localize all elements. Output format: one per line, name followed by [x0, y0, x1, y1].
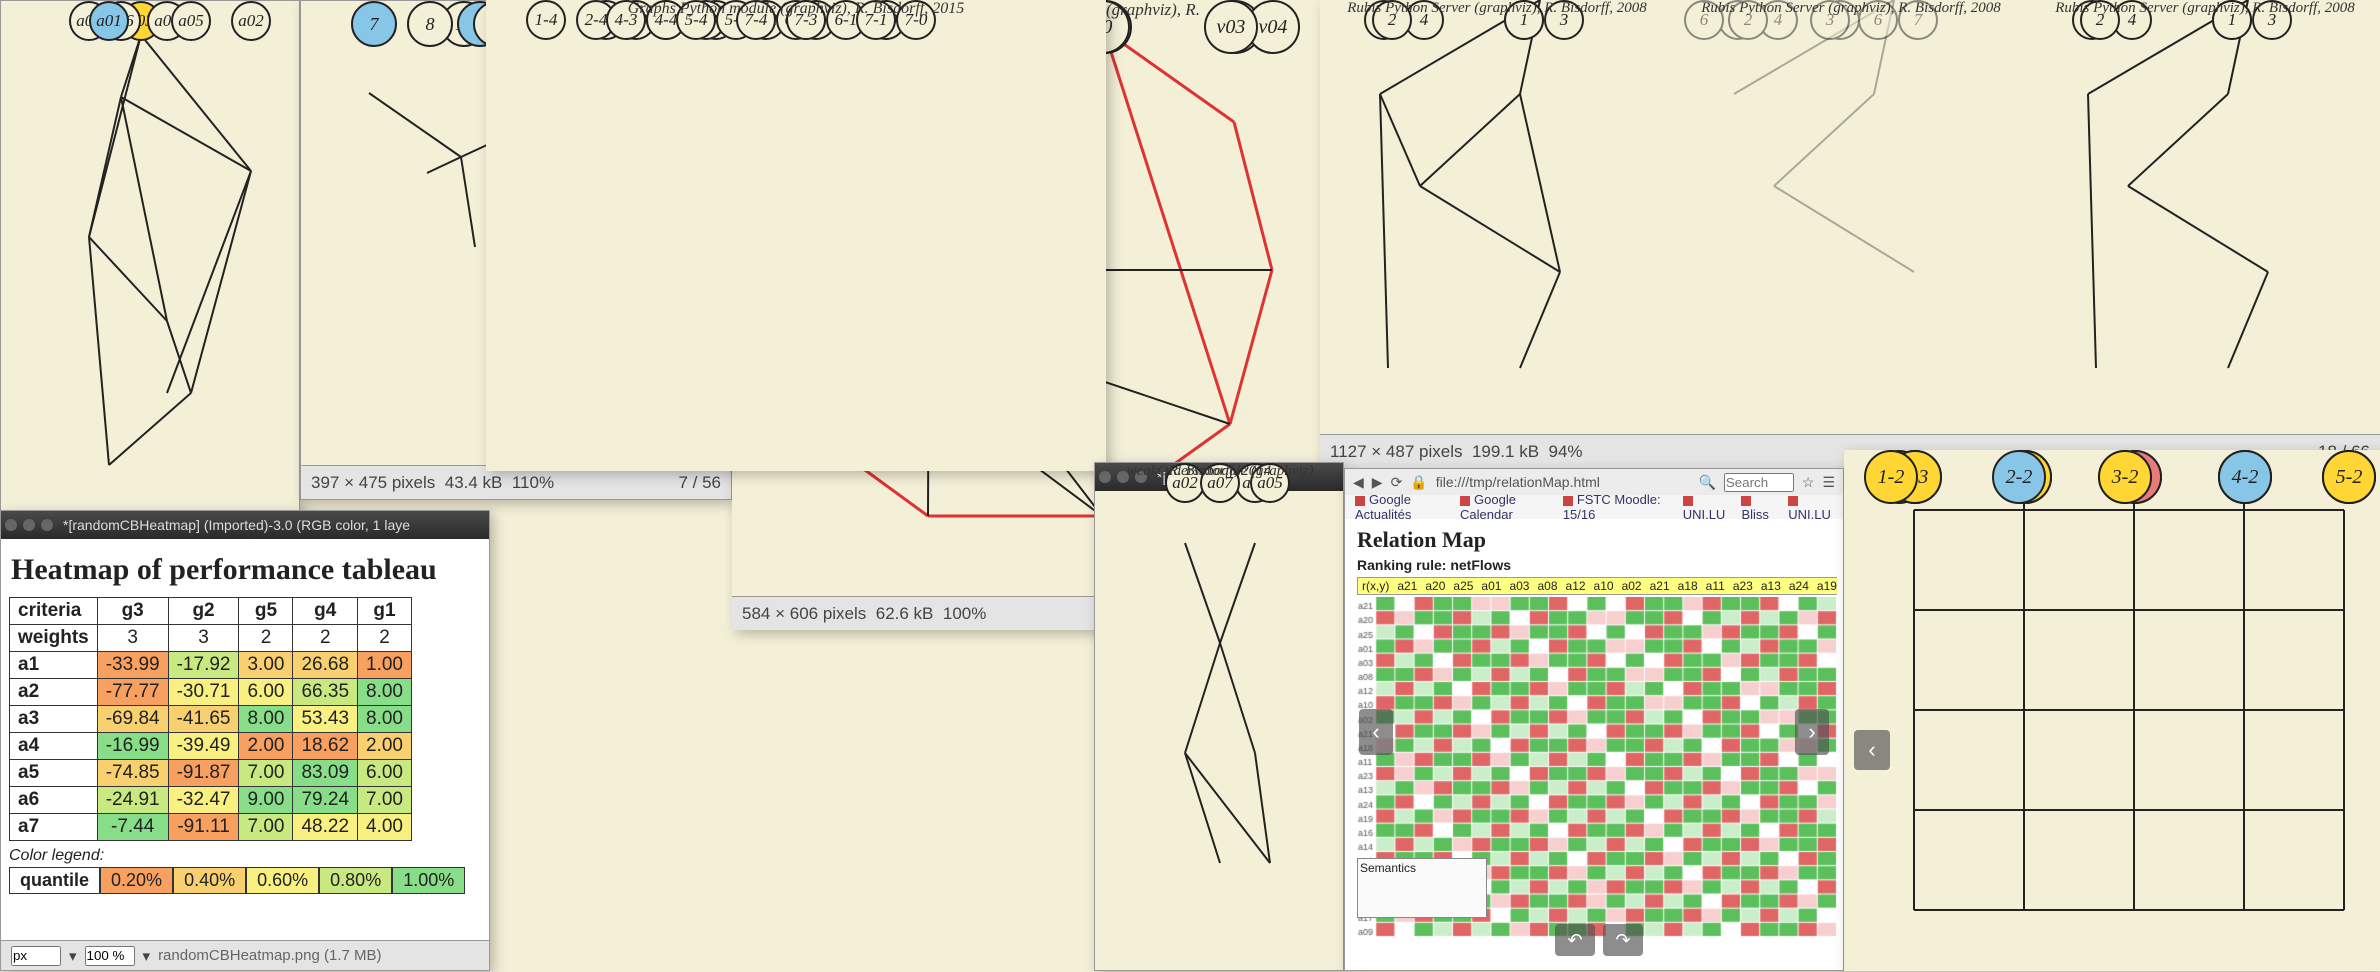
search-input[interactable]: [1724, 473, 1794, 492]
bm1[interactable]: Google Actualités: [1355, 492, 1446, 522]
n8: 8: [407, 1, 453, 47]
star-icon[interactable]: ☆: [1802, 474, 1815, 491]
reload-icon[interactable]: ⟳: [1391, 474, 1403, 491]
capB: Rubis Python Server (graphviz), R. Bisdo…: [1674, 0, 2028, 17]
capC: Rubis Python Server (graphviz), R. Bisdo…: [2028, 0, 2380, 17]
node-a05: a05: [171, 1, 211, 41]
bm5[interactable]: Bliss: [1741, 492, 1774, 522]
menu-icon[interactable]: ☰: [1822, 474, 1835, 491]
bm4[interactable]: UNI.LU: [1683, 492, 1728, 522]
color-legend-label: Color legend:: [9, 847, 481, 865]
bm6[interactable]: UNI.LU: [1788, 492, 1833, 522]
node-a01: a01: [89, 1, 129, 41]
search-icon[interactable]: 🔍: [1698, 474, 1715, 491]
fwd-icon[interactable]: ▶: [1372, 474, 1383, 491]
zoom-input[interactable]: [85, 946, 135, 966]
p11cap: Graphs Python module (graphviz), R. Bisd…: [546, 0, 1046, 18]
bm2[interactable]: Google Calendar: [1460, 492, 1549, 522]
l12: 1-2: [1864, 450, 1918, 504]
l52: 5-2: [2322, 450, 2376, 504]
n7: 7: [351, 1, 397, 47]
bm3[interactable]: FSTC Moodle: 15/16: [1563, 492, 1669, 522]
semantics-legend: Semantics: [1357, 858, 1487, 918]
l32: 3-2: [2098, 450, 2152, 504]
back-icon[interactable]: ◀: [1353, 474, 1364, 491]
gimp-title: *[randomCBHeatmap] (Imported)-3.0 (RGB c…: [1, 511, 489, 539]
rm-sub: Ranking rule: netFlows: [1357, 557, 1831, 573]
capA: Rubis Python Server (graphviz), R. Bisdo…: [1320, 0, 1674, 17]
l22: 2-2: [1992, 450, 2046, 504]
rotate-left-button[interactable]: ↶: [1555, 924, 1595, 956]
node-a02: a02: [231, 1, 271, 41]
rm-header: r(x,y)a21a20a25a01a03a08a12a10a02a21a18a…: [1357, 577, 1837, 595]
p7c2: R. Bisdorff, 2014: [1095, 463, 1345, 480]
l42: 4-2: [2218, 450, 2272, 504]
units-select[interactable]: [11, 946, 61, 966]
rotate-right-button[interactable]: ↷: [1603, 924, 1643, 956]
lock-icon: 🔒: [1410, 474, 1427, 491]
url-bar[interactable]: file:///tmp/relationMap.html: [1436, 474, 1691, 490]
rm-title: Relation Map: [1357, 527, 1831, 553]
next-image-button[interactable]: ›: [1795, 709, 1829, 755]
quantile-legend: quantile0.20%0.40%0.60%0.80%1.00%: [9, 867, 481, 894]
gimp-statusbar: ▾ ▾ randomCBHeatmap.png (1.7 MB): [1, 940, 489, 970]
heatmap-table: criteriag3g2g5g4g1 weights33222a1-33.99-…: [9, 597, 412, 841]
bookmarks-bar[interactable]: Google Actualités Google Calendar FSTC M…: [1345, 495, 1843, 519]
lattice-prev[interactable]: ‹: [1854, 730, 1890, 770]
filename-label: randomCBHeatmap.png (1.7 MB): [158, 947, 479, 964]
prev-image-button[interactable]: ‹: [1359, 709, 1393, 755]
heatmap-title: Heatmap of performance tableau: [11, 553, 481, 587]
